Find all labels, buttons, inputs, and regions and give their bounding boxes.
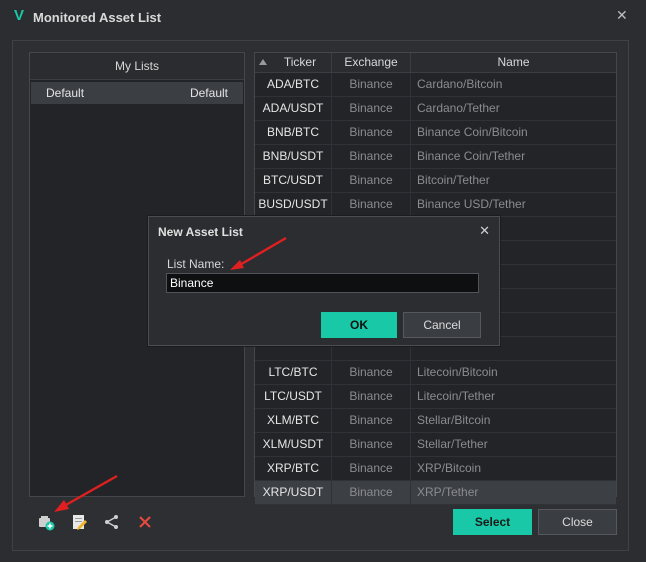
name-cell: Stellar/Bitcoin: [417, 413, 491, 427]
table-row[interactable]: BTC/USDT Binance Bitcoin/Tether: [255, 169, 616, 193]
name-cell: Binance USD/Tether: [417, 197, 526, 211]
table-row[interactable]: BNB/USDT Binance Binance Coin/Tether: [255, 145, 616, 169]
ticker-cell: XRP/BTC: [255, 457, 332, 480]
select-button[interactable]: Select: [453, 509, 532, 535]
ok-button[interactable]: OK: [321, 312, 397, 338]
cancel-button[interactable]: Cancel: [403, 312, 481, 338]
sort-ascending-icon[interactable]: [255, 53, 269, 72]
title-bar: V Monitored Asset List ✕: [0, 0, 646, 34]
table-row[interactable]: XRP/USDT Binance XRP/Tether: [255, 481, 616, 505]
my-lists-header: My Lists: [30, 53, 244, 80]
table-row[interactable]: XLM/BTC Binance Stellar/Bitcoin: [255, 409, 616, 433]
ticker-cell: BNB/BTC: [255, 121, 332, 144]
exchange-cell: Binance: [332, 457, 411, 480]
annotation-arrow-add: [54, 474, 118, 512]
exchange-cell: Binance: [332, 73, 411, 96]
exchange-cell: Binance: [332, 169, 411, 192]
dialog-close-icon[interactable]: ✕: [479, 223, 490, 239]
name-cell: Cardano/Tether: [417, 101, 500, 115]
exchange-cell: Binance: [332, 409, 411, 432]
window-title: Monitored Asset List: [33, 10, 162, 25]
name-cell: Litecoin/Bitcoin: [417, 365, 498, 379]
exchange-cell: Binance: [332, 121, 411, 144]
list-item[interactable]: Default Default: [31, 82, 243, 104]
name-cell: Binance Coin/Tether: [417, 149, 526, 163]
table-row[interactable]: BNB/BTC Binance Binance Coin/Bitcoin: [255, 121, 616, 145]
list-item-name: Default: [46, 86, 85, 100]
exchange-cell: Binance: [332, 361, 411, 384]
name-cell: XRP/Tether: [417, 485, 479, 499]
table-row[interactable]: LTC/BTC Binance Litecoin/Bitcoin: [255, 361, 616, 385]
table-row[interactable]: LTC/USDT Binance Litecoin/Tether: [255, 385, 616, 409]
list-item-type: Default: [189, 86, 228, 100]
name-cell: Bitcoin/Tether: [417, 173, 490, 187]
ticker-cell: ADA/BTC: [255, 73, 332, 96]
annotation-arrow-dialog: [230, 236, 287, 270]
column-header-name[interactable]: Name: [411, 53, 616, 72]
app-logo-icon: V: [14, 7, 25, 24]
exchange-cell: Binance: [332, 193, 411, 216]
ticker-cell: BTC/USDT: [255, 169, 332, 192]
name-cell: Stellar/Tether: [417, 437, 488, 451]
table-row[interactable]: ADA/USDT Binance Cardano/Tether: [255, 97, 616, 121]
column-header-ticker[interactable]: Ticker: [269, 53, 332, 72]
ticker-cell: BUSD/USDT: [255, 193, 332, 216]
name-cell: XRP/Bitcoin: [417, 461, 482, 475]
table-row[interactable]: ADA/BTC Binance Cardano/Bitcoin: [255, 73, 616, 97]
ticker-cell: ADA/USDT: [255, 97, 332, 120]
window-close-icon[interactable]: ✕: [616, 8, 630, 22]
name-cell: Cardano/Bitcoin: [417, 77, 503, 91]
asset-table-header: Ticker Exchange Name: [255, 53, 616, 73]
exchange-cell: Binance: [332, 145, 411, 168]
column-header-exchange[interactable]: Exchange: [332, 53, 411, 72]
table-row[interactable]: XLM/USDT Binance Stellar/Tether: [255, 433, 616, 457]
table-row[interactable]: XRP/BTC Binance XRP/Bitcoin: [255, 457, 616, 481]
name-cell: Binance Coin/Bitcoin: [417, 125, 528, 139]
ticker-cell: XLM/USDT: [255, 433, 332, 456]
table-row[interactable]: BUSD/USDT Binance Binance USD/Tether: [255, 193, 616, 217]
new-asset-list-dialog: New Asset List ✕ List Name: OK Cancel: [148, 216, 500, 346]
exchange-cell: Binance: [332, 97, 411, 120]
ticker-cell: BNB/USDT: [255, 145, 332, 168]
list-name-input[interactable]: [166, 273, 479, 293]
list-name-label: List Name:: [167, 257, 225, 271]
name-cell: Litecoin/Tether: [417, 389, 496, 403]
delete-icon[interactable]: [135, 512, 154, 531]
close-button[interactable]: Close: [538, 509, 617, 535]
ticker-cell: LTC/USDT: [255, 385, 332, 408]
exchange-cell: Binance: [332, 481, 411, 504]
ticker-cell: LTC/BTC: [255, 361, 332, 384]
ticker-cell: XRP/USDT: [255, 481, 332, 504]
exchange-cell: Binance: [332, 385, 411, 408]
exchange-cell: Binance: [332, 433, 411, 456]
ticker-cell: XLM/BTC: [255, 409, 332, 432]
